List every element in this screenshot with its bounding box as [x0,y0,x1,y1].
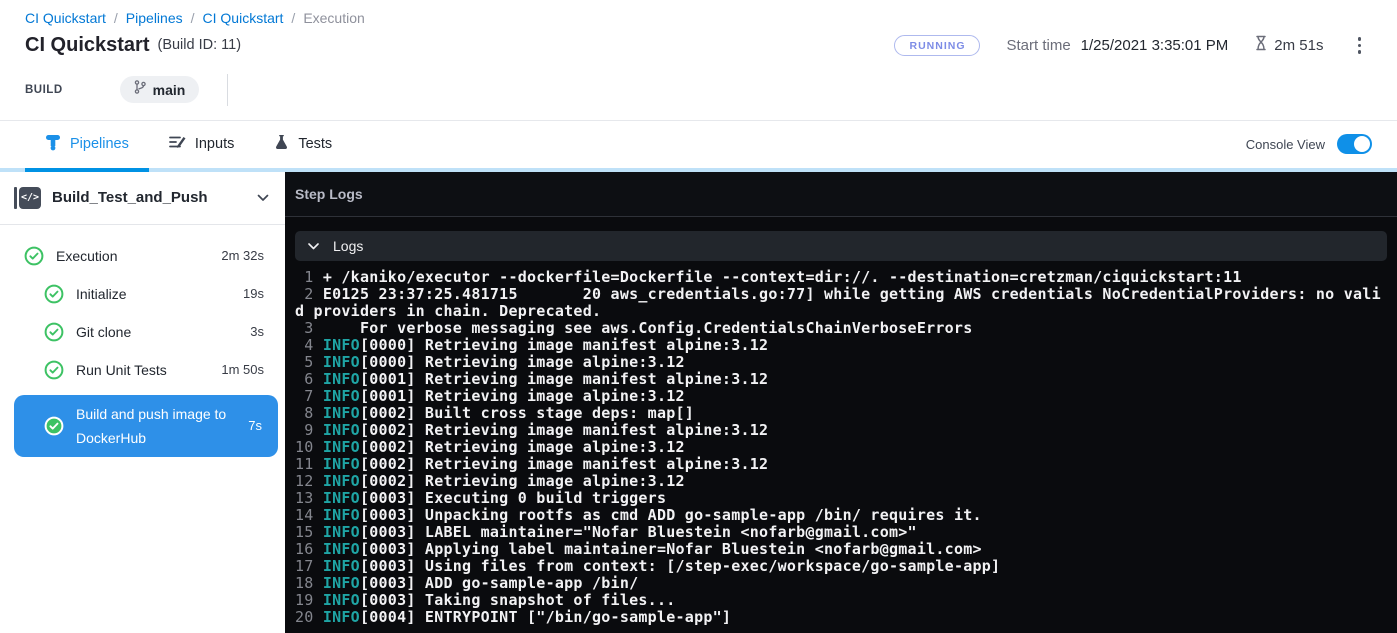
log-line: 10 INFO[0002] Retrieving image alpine:3.… [295,439,1387,456]
step-duration: 7s [248,418,262,433]
check-circle-icon [44,360,64,380]
breadcrumb-link-pipeline[interactable]: CI Quickstart [203,10,284,26]
tab-label: Pipelines [70,136,129,152]
logs-section-toggle[interactable]: Logs [295,231,1387,261]
step-duration: 2m 32s [221,248,264,263]
step-label: Run Unit Tests [76,358,213,382]
pipeline-header[interactable]: </> Build_Test_and_Push [0,172,285,225]
check-circle-icon [44,416,64,436]
tab-bar: Pipelines Inputs Tests Console View [0,121,1397,172]
log-line: 9 INFO[0002] Retrieving image manifest a… [295,422,1387,439]
check-circle-icon [44,284,64,304]
log-line: 7 INFO[0001] Retrieving image alpine:3.1… [295,388,1387,405]
tab-label: Inputs [195,136,235,152]
execution-sidebar: </> Build_Test_and_Push Execution 2m 32s I… [0,172,285,633]
step-item[interactable]: Execution 2m 32s [0,237,285,275]
step-label: Build and push image to DockerHub [76,402,240,450]
log-line: 3 For verbose messaging see aws.Config.C… [295,320,1387,337]
build-label: BUILD [25,84,63,96]
tab-pipelines[interactable]: Pipelines [25,121,149,168]
hourglass-icon [1254,35,1268,55]
branch-name: main [153,82,186,98]
log-line: 13 INFO[0003] Executing 0 build triggers [295,490,1387,507]
log-line: 16 INFO[0003] Applying label maintainer=… [295,541,1387,558]
console-view-toggle[interactable] [1337,134,1372,154]
chevron-down-icon[interactable] [257,189,269,207]
step-label: Execution [56,244,213,268]
log-line: 5 INFO[0000] Retrieving image alpine:3.1… [295,354,1387,371]
step-duration: 3s [250,324,264,339]
step-item[interactable]: Build and push image to DockerHub 7s [14,395,278,457]
log-line: 15 INFO[0003] LABEL maintainer="Nofar Bl… [295,524,1387,541]
start-time-label: Start time [1006,37,1070,54]
breadcrumb: CI Quickstart / Pipelines / CI Quickstar… [25,10,1377,26]
pipeline-icon [45,134,61,155]
more-options-button[interactable] [1350,33,1370,58]
breadcrumb-current: Execution [303,10,364,26]
step-item[interactable]: Initialize 19s [0,275,285,313]
step-list: Execution 2m 32s Initialize 19s Git clone 3s R… [0,225,285,457]
step-duration: 19s [243,286,264,301]
log-line: 11 INFO[0002] Retrieving image manifest … [295,456,1387,473]
breadcrumb-separator: / [114,10,118,26]
log-line: 2 E0125 23:37:25.481715 20 aws_credentia… [295,286,1387,320]
step-duration: 1m 50s [221,362,264,377]
log-line: 12 INFO[0002] Retrieving image alpine:3.… [295,473,1387,490]
tab-tests[interactable]: Tests [254,121,352,168]
start-time-value: 1/25/2021 3:35:01 PM [1081,37,1229,54]
code-stage-icon: </> [14,187,41,209]
log-line: 6 INFO[0001] Retrieving image manifest a… [295,371,1387,388]
check-circle-icon [44,322,64,342]
log-panel: Step Logs Logs 1 + /kaniko/executor --do… [285,172,1397,633]
tab-label: Tests [298,136,332,152]
log-line: 4 INFO[0000] Retrieving image manifest a… [295,337,1387,354]
log-panel-title: Step Logs [295,186,363,202]
log-line: 14 INFO[0003] Unpacking rootfs as cmd AD… [295,507,1387,524]
log-line: 19 INFO[0003] Taking snapshot of files..… [295,592,1387,609]
tab-inputs[interactable]: Inputs [149,121,255,168]
breadcrumb-separator: / [191,10,195,26]
breadcrumb-link-project[interactable]: CI Quickstart [25,10,106,26]
log-line: 1 + /kaniko/executor --dockerfile=Docker… [295,269,1387,286]
breadcrumb-separator: / [291,10,295,26]
git-branch-icon [134,80,146,99]
step-item[interactable]: Git clone 3s [0,313,285,351]
step-label: Initialize [76,282,235,306]
page-title: CI Quickstart [25,34,149,57]
log-line: 20 INFO[0004] ENTRYPOINT ["/bin/go-sampl… [295,609,1387,626]
divider [227,74,228,106]
check-circle-icon [24,246,44,266]
logs-section-label: Logs [333,238,363,254]
pipeline-name: Build_Test_and_Push [52,189,257,206]
log-lines: 1 + /kaniko/executor --dockerfile=Docker… [285,261,1397,633]
status-badge: RUNNING [894,35,980,56]
step-label: Git clone [76,320,242,344]
log-line: 17 INFO[0003] Using files from context: … [295,558,1387,575]
log-panel-header: Step Logs [285,172,1397,217]
log-line: 18 INFO[0003] ADD go-sample-app /bin/ [295,575,1387,592]
chevron-down-icon [308,237,319,255]
branch-tag[interactable]: main [120,76,200,103]
console-view-label: Console View [1246,137,1325,152]
breadcrumb-link-pipelines[interactable]: Pipelines [126,10,183,26]
page-header: CI Quickstart / Pipelines / CI Quickstar… [0,0,1397,120]
log-line: 8 INFO[0002] Built cross stage deps: map… [295,405,1387,422]
elapsed-duration: 2m 51s [1274,37,1323,54]
tests-icon [274,134,289,154]
build-id: (Build ID: 11) [157,37,241,53]
inputs-icon [169,134,186,154]
step-item[interactable]: Run Unit Tests 1m 50s [0,351,285,389]
